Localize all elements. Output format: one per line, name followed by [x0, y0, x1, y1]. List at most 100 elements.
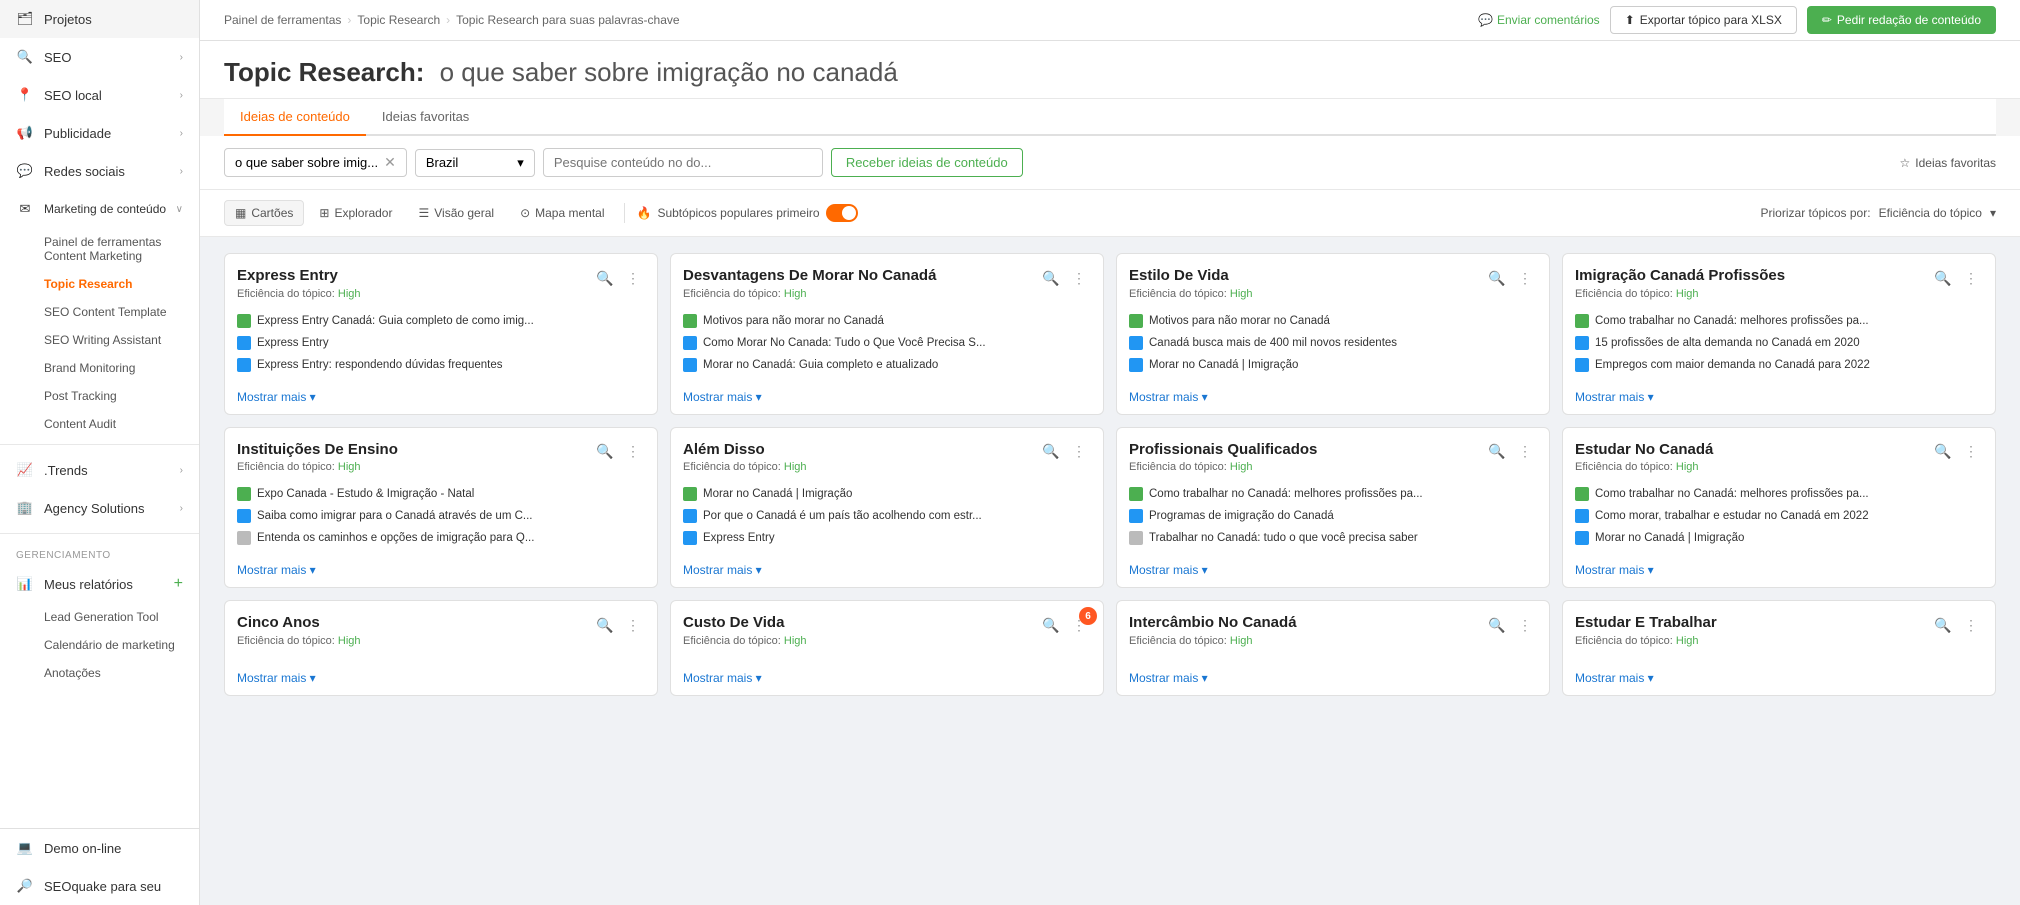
card-title: Imigração Canadá Profissões	[1575, 266, 1931, 286]
chevron-down-icon: ▾	[1990, 206, 1996, 220]
show-more-button[interactable]: Mostrar mais ▾	[1129, 390, 1537, 404]
sidebar-sub-audit[interactable]: Content Audit	[0, 410, 199, 438]
search-card-icon[interactable]: 🔍	[1485, 440, 1509, 464]
chevron-right-icon: ›	[180, 465, 183, 476]
sidebar-item-relatorios[interactable]: Meus relatórios +	[0, 565, 199, 603]
search-card-icon[interactable]: 🔍	[1931, 440, 1955, 464]
more-options-icon[interactable]: ⋮	[1513, 613, 1537, 637]
close-search-chip-button[interactable]: ✕	[384, 154, 396, 171]
card-footer: Mostrar mais ▾	[671, 384, 1103, 414]
sidebar-sub-seo-writing[interactable]: SEO Writing Assistant	[0, 326, 199, 354]
search-card-icon[interactable]: 🔍	[1931, 266, 1955, 290]
feedback-link[interactable]: 💬 Enviar comentários	[1478, 13, 1600, 27]
search-card-icon[interactable]: 🔍	[1039, 266, 1063, 290]
show-more-button[interactable]: Mostrar mais ▾	[1129, 563, 1537, 577]
show-more-button[interactable]: Mostrar mais ▾	[683, 671, 1091, 685]
chat-icon: 💬	[1478, 13, 1493, 27]
sidebar-item-marketing[interactable]: Marketing de conteúdo ∨	[0, 190, 199, 228]
card-footer: Mostrar mais ▾	[1563, 665, 1995, 695]
item-dot	[1129, 487, 1143, 501]
show-more-button[interactable]: Mostrar mais ▾	[1575, 671, 1983, 685]
search-card-icon[interactable]: 🔍	[1039, 613, 1063, 637]
sidebar-sub-anotacoes[interactable]: Anotações	[0, 659, 199, 687]
show-more-button[interactable]: Mostrar mais ▾	[683, 390, 1091, 404]
sidebar-sub-topic-research[interactable]: Topic Research	[0, 270, 199, 298]
sidebar-sub-label-anotacoes: Anotações	[44, 666, 101, 680]
breadcrumb-painel[interactable]: Painel de ferramentas	[224, 13, 341, 27]
show-more-button[interactable]: Mostrar mais ▾	[237, 563, 645, 577]
more-options-icon[interactable]: ⋮	[621, 440, 645, 464]
sidebar-item-projetos[interactable]: Projetos	[0, 0, 199, 38]
card-item: 15 profissões de alta demanda no Canadá …	[1575, 332, 1983, 354]
more-options-icon[interactable]: ⋮	[1513, 440, 1537, 464]
show-more-button[interactable]: Mostrar mais ▾	[683, 563, 1091, 577]
breadcrumb-topic[interactable]: Topic Research	[357, 13, 440, 27]
more-options-icon[interactable]: ⋮	[621, 613, 645, 637]
more-options-icon[interactable]: ⋮	[621, 266, 645, 290]
demo-icon	[16, 839, 34, 857]
item-dot	[237, 509, 251, 523]
more-options-icon[interactable]: ⋮	[1959, 440, 1983, 464]
view-btn-visao[interactable]: ☰ Visão geral	[407, 200, 505, 226]
sidebar-item-trends[interactable]: .Trends ›	[0, 451, 199, 489]
search-card-icon[interactable]: 🔍	[593, 266, 617, 290]
sidebar-item-redes[interactable]: Redes sociais ›	[0, 152, 199, 190]
sidebar-divider	[0, 444, 199, 445]
main-content: Painel de ferramentas › Topic Research ›…	[200, 0, 2020, 905]
sidebar-item-seoquake[interactable]: SEOquake para seu	[0, 867, 199, 905]
subtopics-toggle-switch[interactable]	[826, 204, 858, 222]
sidebar-sub-lead[interactable]: Lead Generation Tool	[0, 603, 199, 631]
page-title: Topic Research: o que saber sobre imigra…	[224, 57, 1996, 88]
show-more-button[interactable]: Mostrar mais ▾	[237, 671, 645, 685]
card-actions: 🔍 ⋮	[1931, 613, 1983, 637]
tab-ideias-conteudo[interactable]: Ideias de conteúdo	[224, 99, 366, 136]
more-options-icon[interactable]: ⋮	[1067, 266, 1091, 290]
sidebar-sub-calendario[interactable]: Calendário de marketing	[0, 631, 199, 659]
sidebar-item-seo-local[interactable]: SEO local ›	[0, 76, 199, 114]
subtopics-label: Subtópicos populares primeiro	[657, 206, 819, 220]
view-controls: ▦ Cartões ⊞ Explorador ☰ Visão geral ⊙ M…	[200, 190, 2020, 237]
more-options-icon[interactable]: ⋮	[1959, 266, 1983, 290]
view-btn-cartoes[interactable]: ▦ Cartões	[224, 200, 304, 226]
card-title: Express Entry	[237, 266, 593, 286]
sidebar-item-demo[interactable]: Demo on-line	[0, 829, 199, 867]
search-card-icon[interactable]: 🔍	[1931, 613, 1955, 637]
more-options-icon[interactable]: ⋮	[1067, 440, 1091, 464]
card-footer: Mostrar mais ▾	[225, 384, 657, 414]
sidebar-sub-painel[interactable]: Painel de ferramentas Content Marketing	[0, 228, 199, 270]
more-options-icon[interactable]: ⋮	[1513, 266, 1537, 290]
search-card-icon[interactable]: 🔍	[1485, 613, 1509, 637]
card-efficiency: Eficiência do tópico: High	[1575, 461, 1931, 473]
sidebar-sub-brand[interactable]: Brand Monitoring	[0, 354, 199, 382]
show-more-button[interactable]: Mostrar mais ▾	[1575, 563, 1983, 577]
sidebar-sub-label-painel: Painel de ferramentas Content Marketing	[44, 235, 161, 263]
search-card-icon[interactable]: 🔍	[593, 440, 617, 464]
card-title-wrap: Profissionais Qualificados Eficiência do…	[1129, 440, 1485, 474]
more-options-icon[interactable]: ⋮	[1959, 613, 1983, 637]
sidebar-sub-seo-content[interactable]: SEO Content Template	[0, 298, 199, 326]
search-card-icon[interactable]: 🔍	[1485, 266, 1509, 290]
get-ideas-button[interactable]: Receber ideias de conteúdo	[831, 148, 1023, 177]
show-more-button[interactable]: Mostrar mais ▾	[1129, 671, 1537, 685]
content-search-input[interactable]	[543, 148, 823, 177]
request-content-button[interactable]: ✏ Pedir redação de conteúdo	[1807, 6, 1996, 34]
sidebar-item-publicidade[interactable]: Publicidade ›	[0, 114, 199, 152]
favorites-link[interactable]: ☆ Ideias favoritas	[1900, 156, 1996, 170]
card-title-wrap: Imigração Canadá Profissões Eficiência d…	[1575, 266, 1931, 300]
sidebar-item-agency[interactable]: Agency Solutions ›	[0, 489, 199, 527]
search-card-icon[interactable]: 🔍	[593, 613, 617, 637]
item-dot	[1575, 336, 1589, 350]
export-button[interactable]: ⬆ Exportar tópico para XLSX	[1610, 6, 1797, 34]
sidebar-sub-post[interactable]: Post Tracking	[0, 382, 199, 410]
show-more-button[interactable]: Mostrar mais ▾	[237, 390, 645, 404]
add-report-icon[interactable]: +	[174, 575, 183, 593]
tab-ideias-favoritas[interactable]: Ideias favoritas	[366, 99, 485, 136]
item-text: Trabalhar no Canadá: tudo o que você pre…	[1149, 532, 1537, 544]
view-btn-explorador[interactable]: ⊞ Explorador	[308, 200, 403, 226]
view-btn-mapa[interactable]: ⊙ Mapa mental	[509, 200, 615, 226]
country-select[interactable]: Brazil ▾	[415, 149, 535, 177]
search-card-icon[interactable]: 🔍	[1039, 440, 1063, 464]
show-more-button[interactable]: Mostrar mais ▾	[1575, 390, 1983, 404]
card-item: Express Entry Canadá: Guia completo de c…	[237, 310, 645, 332]
sidebar-item-seo[interactable]: SEO ›	[0, 38, 199, 76]
